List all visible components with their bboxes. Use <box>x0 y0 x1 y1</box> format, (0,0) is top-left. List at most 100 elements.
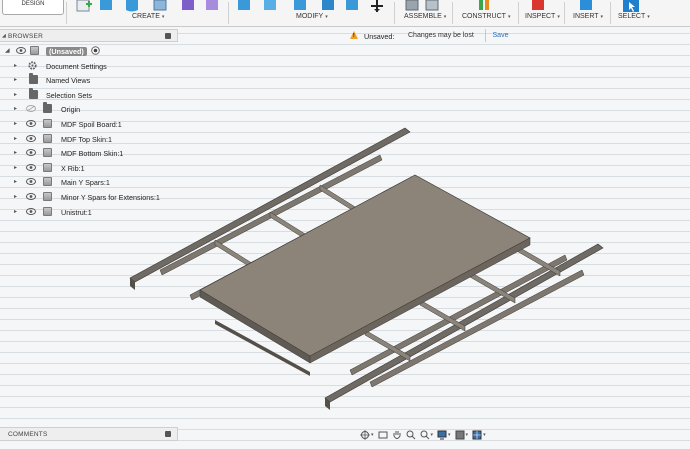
document-icon <box>30 46 39 55</box>
expand-arrow-icon[interactable]: ▸ <box>14 178 17 185</box>
tree-root[interactable]: ◢ (Unsaved) <box>0 44 178 59</box>
visibility-eye-icon[interactable] <box>26 134 36 142</box>
expand-arrow-icon[interactable]: ▸ <box>14 120 17 127</box>
toolbar: DESIGN CREATE ▾ MODIFY ▾ ASSEMBLE ▾ CONS… <box>0 0 690 27</box>
tree-item-label: X Rib:1 <box>61 163 85 173</box>
toolbar-separator <box>564 2 565 24</box>
viewports-icon[interactable] <box>472 430 482 440</box>
revolve-icon[interactable] <box>124 0 140 13</box>
chevron-down-icon[interactable]: ▾ <box>466 432 469 438</box>
panel-close-icon[interactable] <box>165 431 171 437</box>
visibility-eye-icon[interactable] <box>26 149 36 157</box>
tree-item-label: Main Y Spars:1 <box>61 178 110 188</box>
orbit-icon[interactable] <box>360 429 370 440</box>
insert-menu[interactable]: INSERT ▾ <box>573 13 603 20</box>
grid-settings-icon[interactable] <box>455 430 465 440</box>
measure-icon[interactable] <box>530 0 546 13</box>
sweep-icon[interactable] <box>152 0 168 13</box>
chamfer-icon[interactable] <box>292 0 308 13</box>
select-cursor-icon[interactable] <box>622 0 640 13</box>
create-menu[interactable]: CREATE ▾ <box>132 13 164 20</box>
zoom-window-icon[interactable] <box>420 430 430 440</box>
activate-radio-icon[interactable] <box>91 46 100 55</box>
expand-arrow-icon[interactable]: ▸ <box>14 193 17 200</box>
root-label[interactable]: (Unsaved) <box>46 47 87 56</box>
expand-arrow-icon[interactable]: ▸ <box>14 135 17 142</box>
unsaved-title: Unsaved: <box>364 32 395 41</box>
extrude-icon[interactable] <box>98 0 114 13</box>
cnc-table-model[interactable] <box>120 120 620 420</box>
shell-icon[interactable] <box>320 0 336 13</box>
loft-icon[interactable] <box>180 0 196 13</box>
expand-arrow-icon[interactable]: ▸ <box>14 164 17 171</box>
tree-item-label: MDF Bottom Skin:1 <box>61 149 124 159</box>
expand-arrow-icon[interactable]: ◢ <box>5 47 10 54</box>
press-pull-icon[interactable] <box>236 0 252 13</box>
navigation-bar: ▾ ▾ ▾ ▾ ▾ <box>360 428 505 441</box>
gear-icon <box>28 60 37 70</box>
fillet-icon[interactable] <box>262 0 278 13</box>
chevron-down-icon[interactable]: ▾ <box>483 432 486 438</box>
body-icon <box>43 206 52 216</box>
hidden-eye-icon[interactable] <box>26 105 36 113</box>
zoom-icon[interactable] <box>406 430 416 440</box>
tree-item-label: MDF Spoil Board:1 <box>61 119 122 129</box>
comments-panel[interactable]: COMMENTS <box>0 427 178 441</box>
browser-title: BROWSER <box>8 33 43 40</box>
visibility-eye-icon[interactable] <box>26 163 36 171</box>
combine-icon[interactable] <box>344 0 360 13</box>
assemble-menu[interactable]: ASSEMBLE ▾ <box>404 13 446 20</box>
visibility-eye-icon[interactable] <box>16 47 26 54</box>
pan-hand-icon[interactable] <box>392 430 402 440</box>
construct-menu[interactable]: CONSTRUCT ▾ <box>462 13 510 20</box>
panel-close-icon[interactable] <box>165 33 171 39</box>
tree-item-origin[interactable]: ▸ Origin <box>0 102 178 117</box>
expand-arrow-icon[interactable]: ▸ <box>14 76 17 83</box>
chevron-down-icon[interactable]: ▾ <box>371 432 374 438</box>
expand-arrow-icon[interactable]: ▸ <box>14 105 17 112</box>
collapse-triangle-icon[interactable]: ◢ <box>2 33 6 39</box>
expand-arrow-icon[interactable]: ▸ <box>14 208 17 215</box>
expand-arrow-icon[interactable]: ▸ <box>14 149 17 156</box>
visibility-eye-icon[interactable] <box>26 207 36 215</box>
toolbar-separator <box>394 2 395 24</box>
unsaved-message: Changes may be lost <box>408 32 474 39</box>
comments-title: COMMENTS <box>8 431 48 438</box>
inspect-menu[interactable]: INSPECT ▾ <box>525 13 560 20</box>
form-icon[interactable] <box>204 0 220 13</box>
toolbar-separator <box>610 2 611 24</box>
folder-icon <box>29 87 38 99</box>
move-icon[interactable] <box>368 0 386 13</box>
tree-item-label: Selection Sets <box>46 90 92 100</box>
expand-arrow-icon[interactable]: ▸ <box>14 62 17 69</box>
look-at-icon[interactable] <box>378 430 388 440</box>
joint-icon[interactable] <box>424 0 440 13</box>
tree-item-label: Named Views <box>46 76 91 86</box>
tree-item-selection-sets[interactable]: ▸ Selection Sets <box>0 87 178 103</box>
workspace-switcher[interactable]: DESIGN <box>2 0 64 15</box>
folder-icon <box>43 102 52 114</box>
modify-menu[interactable]: MODIFY ▾ <box>296 13 328 20</box>
expand-arrow-icon[interactable]: ▸ <box>14 91 17 98</box>
chevron-down-icon[interactable]: ▾ <box>431 432 434 438</box>
insert-image-icon[interactable] <box>578 0 594 13</box>
chevron-down-icon[interactable]: ▾ <box>448 432 451 438</box>
save-button[interactable]: Save <box>485 29 515 42</box>
tree-item-label: Origin <box>61 105 81 115</box>
visibility-eye-icon[interactable] <box>26 119 36 127</box>
new-component-icon[interactable] <box>404 0 420 13</box>
display-settings-icon[interactable] <box>437 430 447 440</box>
body-icon <box>43 177 52 187</box>
tree-item-document-settings[interactable]: ▸ Document Settings <box>0 59 178 74</box>
folder-icon <box>29 73 38 85</box>
body-icon <box>43 191 52 201</box>
body-icon <box>43 133 52 143</box>
tree-item-named-views[interactable]: ▸ Named Views <box>0 73 178 88</box>
visibility-eye-icon[interactable] <box>26 178 36 186</box>
visibility-eye-icon[interactable] <box>26 192 36 200</box>
offset-plane-icon[interactable] <box>476 0 492 13</box>
body-icon <box>43 118 52 128</box>
select-menu[interactable]: SELECT ▾ <box>618 13 650 20</box>
browser-panel-header[interactable]: ◢ BROWSER <box>0 29 178 42</box>
create-sketch-icon[interactable] <box>74 0 94 13</box>
